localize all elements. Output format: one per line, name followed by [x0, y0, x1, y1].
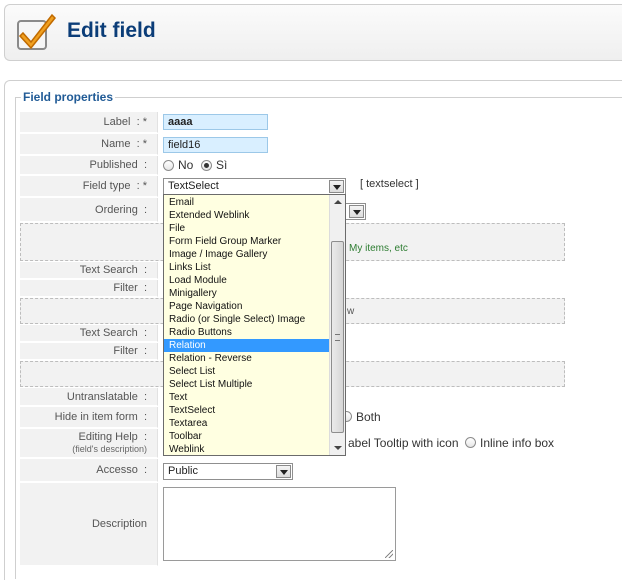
sep-mark: :	[143, 390, 147, 403]
checkbox-check-icon	[17, 13, 57, 50]
name-row-label: Name : *	[20, 134, 158, 155]
field-type-code: [ textselect ]	[360, 178, 419, 190]
dropdown-option[interactable]: Relation - Reverse	[164, 352, 330, 365]
untranslatable-text: Untranslatable	[66, 390, 138, 403]
required-mark: : *	[136, 138, 147, 150]
sep-mark: :	[143, 431, 147, 443]
sep-mark: :	[143, 464, 147, 476]
filter-2-text: Filter	[113, 345, 138, 357]
dropdown-option[interactable]: Extended Weblink	[164, 209, 330, 222]
field-type-row-label: Field type : *	[20, 176, 158, 197]
dropdown-option[interactable]: Textarea	[164, 417, 330, 430]
description-textarea[interactable]	[163, 487, 396, 561]
field-type-text: Field type	[82, 180, 131, 192]
sep-mark: :	[143, 203, 147, 216]
filter-text: Filter	[113, 282, 138, 294]
scroll-down-icon[interactable]	[330, 441, 345, 455]
dropdown-option[interactable]: File	[164, 222, 330, 235]
tooltip-option-label: abel Tooltip with icon	[348, 436, 459, 450]
label-row-label: Label : *	[20, 112, 158, 133]
description-text: Description	[91, 518, 147, 530]
hide-in-item-form-row-label: Hide in item form :	[20, 407, 158, 428]
text-search-row-label: Text Search :	[20, 262, 158, 279]
dropdown-option[interactable]: Form Field Group Marker	[164, 235, 330, 248]
sep-mark: :	[143, 411, 147, 423]
label-input[interactable]: aaaa	[163, 114, 268, 130]
sep-mark: :	[143, 282, 147, 294]
untranslatable-row-label: Untranslatable :	[20, 388, 158, 406]
editing-help-row-label: Editing Help : (field's description)	[20, 429, 158, 458]
hide-in-item-form-text: Hide in item form	[54, 411, 138, 423]
label-text: Label	[103, 116, 131, 128]
text-search-2-text: Text Search	[79, 327, 138, 339]
sep-mark: :	[143, 159, 147, 171]
published-no-radio[interactable]	[163, 160, 174, 171]
inline-info-label: Inline info box	[480, 436, 555, 450]
field-type-select[interactable]: TextSelect	[163, 178, 346, 195]
chevron-down-icon[interactable]	[329, 180, 344, 193]
label-value: aaaa	[168, 116, 193, 128]
text-search-2-row-label: Text Search :	[20, 325, 158, 342]
dropdown-option[interactable]: Relation	[164, 339, 330, 352]
published-text: Published	[89, 159, 138, 171]
dropdown-option[interactable]: Radio Buttons	[164, 326, 330, 339]
accesso-row-label: Accesso :	[20, 459, 158, 482]
inline-info-radio[interactable]	[465, 437, 476, 448]
field-type-value: TextSelect	[168, 180, 219, 192]
dropdown-option[interactable]: Minigallery	[164, 287, 330, 300]
chevron-down-icon[interactable]	[276, 465, 291, 478]
ordering-text: Ordering	[95, 203, 138, 216]
dropdown-option[interactable]: Radio (or Single Select) Image	[164, 313, 330, 326]
sep-mark: :	[143, 345, 147, 357]
info-hint: My items, etc	[349, 243, 408, 254]
published-row-label: Published :	[20, 156, 158, 175]
editing-help-line: Editing Help :	[78, 431, 147, 443]
filter-2-row-label: Filter :	[20, 343, 158, 360]
dropdown-scrollbar[interactable]	[329, 195, 345, 455]
sep-mark: :	[143, 327, 147, 339]
required-mark: : *	[136, 180, 147, 192]
accesso-select[interactable]: Public	[163, 463, 293, 480]
dropdown-option[interactable]: Image / Image Gallery	[164, 248, 330, 261]
resize-grip-icon[interactable]	[385, 550, 393, 558]
text-search-text: Text Search	[79, 264, 138, 276]
dropdown-option[interactable]: Text	[164, 391, 330, 404]
accesso-value: Public	[168, 465, 198, 477]
name-value: field16	[168, 139, 201, 151]
accesso-text: Accesso	[96, 464, 138, 476]
published-no-label: No	[178, 158, 194, 172]
required-mark: : *	[136, 116, 147, 128]
scrollbar-thumb[interactable]	[331, 241, 344, 433]
field-type-dropdown-list[interactable]: Email Extended Weblink File Form Field Grou…	[163, 194, 346, 456]
dropdown-option[interactable]: TextSelect	[164, 404, 330, 417]
page-header: Edit field	[4, 4, 622, 61]
dropdown-option[interactable]: Email	[164, 196, 330, 209]
dropdown-options: Email Extended Weblink File Form Field Grou…	[164, 196, 330, 455]
dropdown-option[interactable]: Weblink	[164, 443, 330, 455]
sep-mark: :	[143, 264, 147, 276]
editing-help-subtext: (field's description)	[72, 444, 147, 454]
chevron-down-icon[interactable]	[349, 205, 364, 218]
published-si-radio[interactable]	[201, 160, 212, 171]
name-text: Name	[101, 138, 131, 150]
editing-help-text: Editing Help	[78, 431, 138, 443]
dropdown-option[interactable]: Load Module	[164, 274, 330, 287]
ordering-row-label: Ordering :	[20, 198, 158, 222]
dropdown-option[interactable]: Select List	[164, 365, 330, 378]
description-row-label: Description	[20, 483, 158, 566]
hide-both-label: Both	[356, 410, 381, 424]
dropdown-option[interactable]: Toolbar	[164, 430, 330, 443]
scroll-up-icon[interactable]	[330, 195, 345, 209]
filter-row-label: Filter :	[20, 280, 158, 297]
published-si-label: Sì	[216, 158, 228, 172]
fieldset-legend: Field properties	[21, 90, 116, 104]
dropdown-option[interactable]: Links List	[164, 261, 330, 274]
info-partial: w	[347, 306, 355, 317]
dropdown-option[interactable]: Select List Multiple	[164, 378, 330, 391]
name-input[interactable]: field16	[163, 137, 268, 153]
page-title: Edit field	[67, 19, 156, 42]
dropdown-option[interactable]: Page Navigation	[164, 300, 330, 313]
